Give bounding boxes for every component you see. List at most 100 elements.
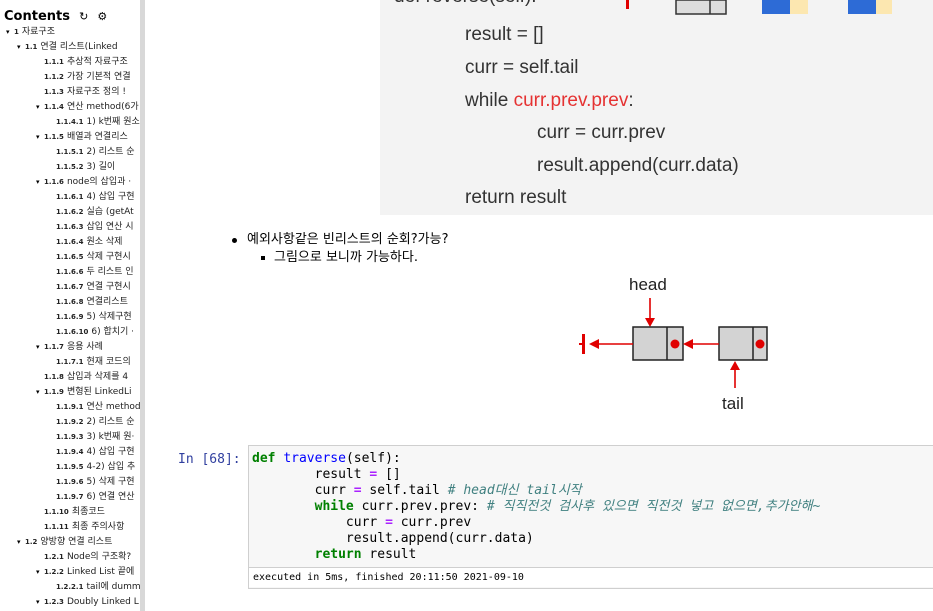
toc-item[interactable]: ▾ 1.2.2 Linked List 끝에	[0, 565, 140, 580]
toc-item[interactable]: 1.1.6.2 실습 (getAt	[0, 205, 140, 220]
slide-line-curr: curr = self.tail	[465, 57, 579, 78]
toc-item[interactable]: 1.1.2 가장 기본적 연결	[0, 70, 140, 85]
toc-item-number: 1.1.5	[44, 133, 64, 141]
toc-item-label: 3) k번째 원·	[86, 432, 135, 442]
toc-item[interactable]: ▾ 1.1.5 배열과 연결리스	[0, 130, 140, 145]
code-token: []	[385, 467, 401, 482]
code-comment: # head대신 tail시작	[447, 483, 582, 498]
caret-down-icon[interactable]: ▾	[36, 175, 44, 190]
toc-item-number: 1.1.9.1	[56, 403, 84, 411]
toc-item[interactable]: 1.1.5.1 2) 리스트 순	[0, 145, 140, 160]
slide-image: def reverse(self): result = [] curr = se…	[380, 0, 933, 215]
caret-down-icon[interactable]: ▾	[17, 535, 25, 550]
toc-item[interactable]: 1.1.9.3 3) k번째 원·	[0, 430, 140, 445]
code-editor[interactable]: def traverse(self): result = [] curr = s…	[252, 451, 820, 563]
code-cell[interactable]: def traverse(self): result = [] curr = s…	[248, 445, 933, 589]
toc-item-number: 1.2.1	[44, 553, 64, 561]
toc-item[interactable]: ▾ 1.1.6 node의 삽입과 ·	[0, 175, 140, 190]
toc-item-label: 삭제 구현시	[86, 252, 131, 262]
caret-down-icon[interactable]: ▾	[36, 595, 44, 610]
toc-item[interactable]: 1.1.6.9 5) 삭제구현	[0, 310, 140, 325]
cell-prompt: In [68]:	[178, 452, 241, 467]
toc-item-number: 1.1.6	[44, 178, 64, 186]
toc-item-label: 실습 (getAt	[86, 207, 134, 217]
toc-item[interactable]: ▾ 1 자료구조	[0, 25, 140, 40]
toc-item[interactable]: ▾ 1.1.9 변형된 LinkedLi	[0, 385, 140, 400]
code-comment: # 직직전것 검사후 있으면 직전것 넣고 없으면,추가안해~	[486, 499, 821, 514]
toc-item[interactable]: 1.1.6.5 삭제 구현시	[0, 250, 140, 265]
toc-item-number: 1.1.1	[44, 58, 64, 66]
slide-line-def: def reverse(self):	[394, 0, 537, 8]
toc-item[interactable]: 1.1.9.2 2) 리스트 순	[0, 415, 140, 430]
code-token: curr	[314, 483, 346, 498]
toc-item-label: 연결리스트	[86, 297, 128, 307]
toc-item[interactable]: 1.2.2.1 tail에 dumm	[0, 580, 140, 595]
caret-down-icon[interactable]: ▾	[17, 40, 25, 55]
toc-item[interactable]: 1.1.9.6 5) 삭제 구현	[0, 475, 140, 490]
head-label: head	[629, 275, 667, 294]
toc-item-label: 연결 리스트(Linked	[40, 42, 118, 52]
toc-item-label: 연산 method(6가	[66, 102, 139, 112]
toc-item-label: Linked List 끝에	[66, 567, 135, 577]
toc-item[interactable]: 1.1.4.1 1) k번째 원소	[0, 115, 140, 130]
toc-item-number: 1.1.6.1	[56, 193, 84, 201]
toc-item[interactable]: 1.1.8 삽입과 삭제를 4	[0, 370, 140, 385]
toc-item[interactable]: ▾ 1.1.7 응용 사례	[0, 340, 140, 355]
code-token: =	[385, 515, 393, 530]
toc-item-number: 1.1.9.3	[56, 433, 84, 441]
caret-down-icon[interactable]: ▾	[36, 130, 44, 145]
caret-down-icon[interactable]: ▾	[36, 385, 44, 400]
toc-item[interactable]: 1.1.10 최종코드	[0, 505, 140, 520]
toc-item[interactable]: 1.1.6.3 삽입 연산 시	[0, 220, 140, 235]
toc-item[interactable]: 1.1.6.6 두 리스트 인	[0, 265, 140, 280]
toc-item[interactable]: 1.1.9.7 6) 연결 연산	[0, 490, 140, 505]
bullet-item: 예외사항같은 빈리스트의 순회?가능?	[230, 231, 448, 249]
toc-item[interactable]: 1.1.6.7 연결 구현시	[0, 280, 140, 295]
caret-down-icon[interactable]: ▾	[6, 25, 14, 40]
refresh-icon[interactable]: ↻	[79, 10, 88, 23]
toc-item[interactable]: 1.1.5.2 3) 길이	[0, 160, 140, 175]
toc-item[interactable]: 1.2.1 Node의 구조확?	[0, 550, 140, 565]
toc-item-label: 자료구조	[21, 27, 55, 37]
toc-item[interactable]: 1.1.6.4 원소 삭제	[0, 235, 140, 250]
toc-item[interactable]: ▾ 1.2.3 Doubly Linked L	[0, 595, 140, 610]
toc-item-number: 1.1.10	[44, 508, 69, 516]
toc-item-number: 1.2.2	[44, 568, 64, 576]
toc-item-label: 삽입과 삭제를 4	[66, 372, 129, 382]
toc-item-label: 변형된 LinkedLi	[66, 387, 132, 397]
toc-item[interactable]: 1.1.3 자료구조 정의 !	[0, 85, 140, 100]
toc-item[interactable]: 1.1.11 최종 주의사항	[0, 520, 140, 535]
toc-item[interactable]: 1.1.6.10 6) 합치기 ·	[0, 325, 140, 340]
toc-item-label: 두 리스트 인	[86, 267, 134, 277]
toc-item[interactable]: 1.1.1 추상적 자료구조	[0, 55, 140, 70]
toc-item[interactable]: ▾ 1.2 양방향 연결 리스트	[0, 535, 140, 550]
caret-down-icon[interactable]: ▾	[36, 340, 44, 355]
toc-item[interactable]: 1.1.6.1 4) 삽입 구현	[0, 190, 140, 205]
toc-item[interactable]: ▾ 1.1 연결 리스트(Linked	[0, 40, 140, 55]
toc-item-number: 1.1.9.7	[56, 493, 84, 501]
toc-item-label: 가장 기본적 연결	[66, 72, 131, 82]
gear-icon[interactable]: ⚙	[97, 10, 107, 23]
toc-item-number: 1.1.6.8	[56, 298, 84, 306]
toc-item[interactable]: 1.1.9.4 4) 삽입 구현	[0, 445, 140, 460]
markdown-cell: 예외사항같은 빈리스트의 순회?가능? 그림으로 보니까 가능하다.	[230, 231, 448, 267]
toc-item-number: 1.1.5.1	[56, 148, 84, 156]
toc-item-number: 1.1.6.7	[56, 283, 84, 291]
slide-line-return: return result	[465, 187, 567, 208]
toc-item-label: 5) 삭제구현	[86, 312, 132, 322]
toc-item-number: 1.1.6.9	[56, 313, 84, 321]
toc-item[interactable]: ▾ 1.1.4 연산 method(6가	[0, 100, 140, 115]
caret-down-icon[interactable]: ▾	[36, 565, 44, 580]
toc-item[interactable]: 1.1.9.5 4-2) 삽입 추	[0, 460, 140, 475]
caret-down-icon[interactable]: ▾	[36, 100, 44, 115]
code-token: result	[369, 547, 417, 562]
toc-item[interactable]: 1.1.7.1 현재 코드의	[0, 355, 140, 370]
code-token: traverse	[283, 451, 346, 466]
slide-line-curr-prev: curr = curr.prev	[537, 122, 666, 143]
toc-item[interactable]: 1.1.6.8 연결리스트	[0, 295, 140, 310]
toc-item-label: tail에 dumm	[86, 582, 140, 592]
toc-item[interactable]: 1.1.9.1 연산 method	[0, 400, 140, 415]
toc-item-number: 1.1.6.5	[56, 253, 84, 261]
code-token: =	[353, 483, 362, 498]
toc-item-label: 삽입 연산 시	[86, 222, 134, 232]
